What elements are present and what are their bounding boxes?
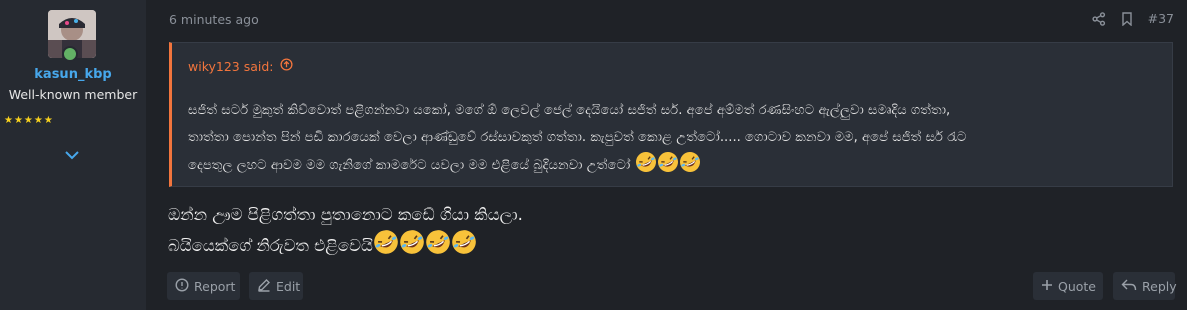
quote-line: දෙපතුල ලහට ආවම මම ගැනිගේ කාමරේට යවලා මම … [188,151,1163,179]
post-timestamp[interactable]: 6 minutes ago [169,12,259,27]
edit-label: Edit [276,278,301,294]
username-link[interactable]: kasun_kbp [0,67,146,82]
message-line: ඔන්න ඌම පිළිගත්තා පුතානොට කඩේ ගියා කියලා… [168,205,523,224]
rofl-emoji [452,230,476,254]
chevron-down-icon[interactable] [64,146,80,160]
rofl-emoji [657,152,678,172]
user-panel: kasun_kbp Well-known member ★★★★★ [0,0,146,310]
rofl-emoji-group [635,152,701,173]
quote-line: තාත්තා පොන්ත පින් පඩි කාරයෙක් වෙලා ආණ්ඩු… [188,130,967,145]
quote-button[interactable]: Quote [1033,272,1103,300]
post-actions-top: #37 [1092,11,1174,26]
report-icon [175,277,189,295]
message-line: බයියෙක්ගේ නිරුවත එළිවෙයි [168,229,1168,260]
quote-label: Quote [1058,278,1097,294]
rating-stars: ★★★★★ [4,115,54,126]
rofl-emoji [426,230,450,254]
reply-label: Reply [1142,278,1177,294]
quote-text: සජිත් සර්ට මුකුත් කිව්වොත් පළිගන්නවා යකෝ… [188,97,1163,179]
plus-icon [1041,279,1053,294]
rofl-emoji [679,152,700,172]
rofl-emoji [374,230,398,254]
reply-icon [1121,278,1137,295]
share-icon[interactable] [1092,11,1106,26]
rofl-emoji-group [373,230,477,255]
report-label: Report [194,278,236,294]
post-number[interactable]: #37 [1148,11,1174,26]
edit-icon [257,278,271,295]
quote-header[interactable]: wiky123 said: [188,58,293,74]
post-content: 6 minutes ago #37 wiky123 said: සජිත් සර [146,0,1187,310]
quote-line: සජිත් සර්ට මුකුත් කිව්වොත් පළිගන්නවා යකෝ… [188,103,951,118]
message-body: ඔන්න ඌම පිළිගත්තා පුතානොට කඩේ ගියා කියලා… [168,200,1168,260]
quote-block: wiky123 said: සජිත් සර්ට මුකුත් කිව්වොත්… [169,42,1173,187]
report-button[interactable]: Report [167,272,240,300]
reply-button[interactable]: Reply [1113,272,1177,300]
arrow-up-circle-icon[interactable] [279,58,293,74]
rofl-emoji [400,230,424,254]
user-title: Well-known member [8,87,138,102]
bookmark-icon[interactable] [1120,11,1134,26]
edit-button[interactable]: Edit [249,272,303,300]
quote-author[interactable]: wiky123 said: [188,59,274,74]
rofl-emoji [635,152,656,172]
online-status-icon [62,46,78,62]
